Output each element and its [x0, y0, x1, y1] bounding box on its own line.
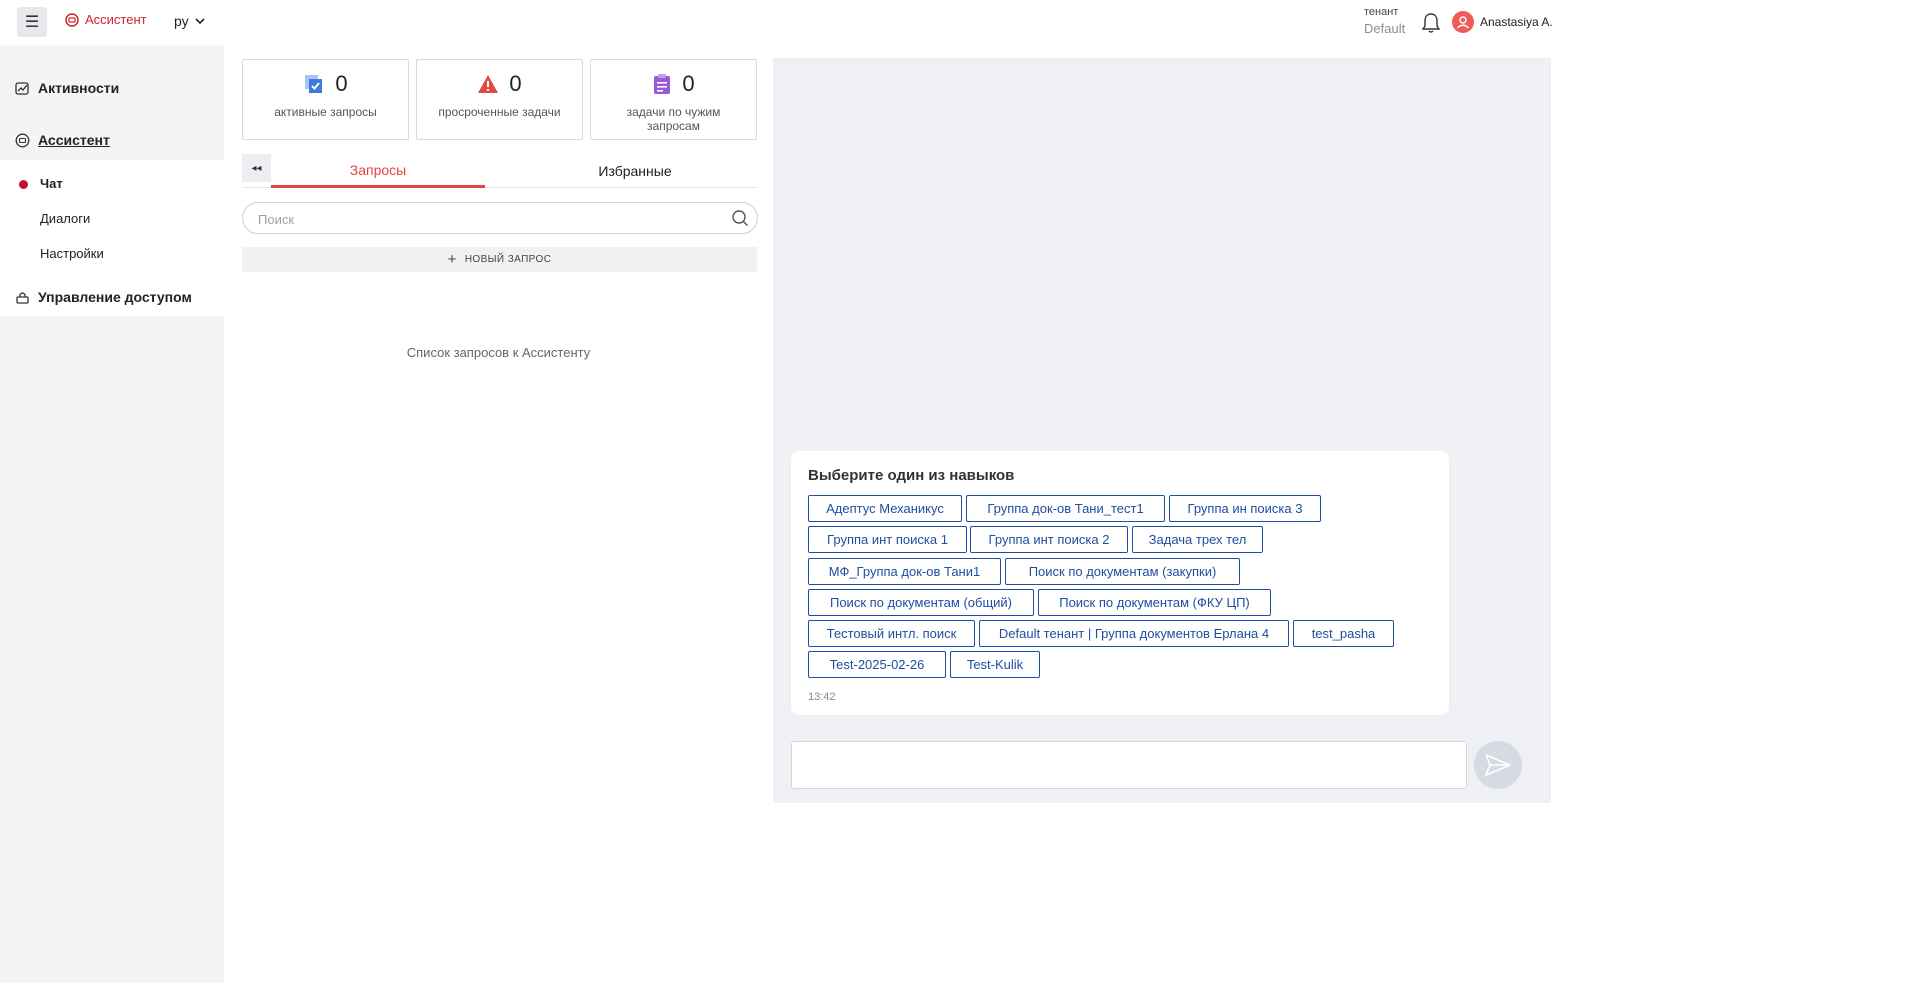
user-icon: [1457, 16, 1469, 29]
sidebar-item-access-management[interactable]: Управление доступом: [15, 289, 192, 305]
access-icon: [16, 291, 29, 304]
stat-foreign-tasks[interactable]: 0 задачи по чужим запросам: [590, 59, 757, 140]
message-input[interactable]: [791, 741, 1467, 789]
warning-icon: [478, 75, 499, 93]
tab-favorites[interactable]: Избранные: [525, 154, 745, 188]
language-value: ру: [174, 13, 189, 29]
sidebar-item-label: Активности: [38, 80, 120, 96]
empty-state-text: Список запросов к Ассистенту: [406, 345, 591, 360]
user-menu[interactable]: Anastasiya A.: [1452, 11, 1553, 33]
stat-value-row: 0: [417, 71, 582, 97]
skill-button[interactable]: Default тенант | Группа документов Ерлан…: [979, 620, 1289, 647]
chevron-down-icon: [195, 17, 205, 24]
search-input[interactable]: [258, 209, 718, 229]
stat-value-row: 0: [591, 71, 756, 97]
search-box: [242, 202, 758, 234]
chat-pane: Выберите один из навыков Адептус Механик…: [773, 58, 1551, 803]
skill-button[interactable]: Группа инт поиска 1: [808, 526, 967, 553]
skill-button[interactable]: Поиск по документам (ФКУ ЦП): [1038, 589, 1271, 616]
skill-button[interactable]: Поиск по документам (закупки): [1005, 558, 1240, 585]
hamburger-icon: ☰: [24, 14, 40, 31]
sidebar-item-label: Ассистент: [38, 132, 110, 148]
collapse-panel-button[interactable]: ◂◂: [242, 154, 271, 182]
top-bar: ☰ Ассистент ру тенант Default Anastasiya…: [0, 0, 1919, 45]
message-timestamp: 13:42: [808, 691, 836, 703]
stat-overdue-tasks[interactable]: 0 просроченные задачи: [416, 59, 583, 140]
requests-panel: 0 активные запросы 0 просроченные задачи…: [224, 45, 773, 983]
sidebar-subitem-settings[interactable]: Настройки: [40, 246, 104, 261]
sidebar-subitem-chat[interactable]: Чат: [40, 176, 63, 191]
bell-icon[interactable]: [1421, 12, 1441, 34]
stat-value: 0: [509, 71, 522, 96]
skill-button[interactable]: МФ_Группа док-ов Тани1: [808, 558, 1001, 585]
stat-label: просроченные задачи: [438, 105, 561, 119]
double-chevron-left-icon: ◂◂: [251, 162, 262, 174]
assistant-icon: [15, 133, 30, 147]
language-selector[interactable]: ру: [174, 13, 205, 29]
skill-button[interactable]: Тестовый интл. поиск: [808, 620, 975, 647]
skill-button[interactable]: Test-Kulik: [950, 651, 1040, 678]
skill-button[interactable]: Группа инт поиска 2: [970, 526, 1128, 553]
skill-button[interactable]: Группа док-ов Тани_тест1: [966, 495, 1165, 522]
send-icon: [1485, 754, 1511, 776]
requests-tabs: ◂◂ Запросы Избранные: [242, 154, 758, 188]
stat-active-requests[interactable]: 0 активные запросы: [242, 59, 409, 140]
skills-prompt-title: Выберите один из навыков: [808, 467, 1015, 484]
sidebar-subitem-dialogs[interactable]: Диалоги: [40, 211, 90, 226]
clipboard-icon: [654, 74, 671, 94]
stat-label: задачи по чужим запросам: [626, 105, 721, 133]
new-request-label: НОВЫЙ ЗАПРОС: [464, 254, 552, 265]
tenant-selector[interactable]: тенант Default: [1364, 6, 1405, 36]
assistant-logo-icon: [65, 12, 79, 27]
tab-requests[interactable]: Запросы: [271, 154, 485, 188]
search-icon[interactable]: [731, 209, 749, 227]
sidebar: Активности Ассистент Чат Диалоги Настрой…: [0, 45, 224, 983]
stat-value: 0: [682, 71, 695, 96]
active-indicator: [19, 180, 28, 189]
skill-button[interactable]: Группа ин поиска 3: [1169, 495, 1321, 522]
activity-icon: [15, 81, 29, 95]
skill-button[interactable]: Test-2025-02-26: [808, 651, 946, 678]
plus-icon: +: [447, 250, 457, 268]
skills-message: Выберите один из навыков Адептус Механик…: [791, 451, 1449, 715]
sidebar-item-assistant[interactable]: Ассистент: [15, 132, 110, 148]
stat-value-row: 0: [243, 71, 408, 97]
stat-label: активные запросы: [274, 105, 377, 119]
new-request-button[interactable]: + НОВЫЙ ЗАПРОС: [242, 247, 757, 272]
brand-logo[interactable]: Ассистент: [65, 12, 147, 27]
stat-value: 0: [335, 71, 348, 96]
skill-button[interactable]: Адептус Механикус: [808, 495, 962, 522]
skill-button[interactable]: Поиск по документам (общий): [808, 589, 1034, 616]
send-button[interactable]: [1474, 741, 1522, 789]
sidebar-item-activities[interactable]: Активности: [15, 80, 119, 96]
tenant-value: Default: [1364, 21, 1406, 36]
tenant-label: тенант: [1364, 6, 1399, 18]
sidebar-item-label: Управление доступом: [38, 289, 192, 305]
checklist-icon: [305, 75, 323, 93]
avatar: [1452, 11, 1474, 33]
brand-label: Ассистент: [85, 12, 147, 27]
hamburger-menu-button[interactable]: ☰: [17, 7, 47, 37]
skill-button[interactable]: Задача трех тел: [1132, 526, 1263, 553]
skill-button[interactable]: test_pasha: [1293, 620, 1394, 647]
user-name: Anastasiya A.: [1480, 15, 1553, 29]
